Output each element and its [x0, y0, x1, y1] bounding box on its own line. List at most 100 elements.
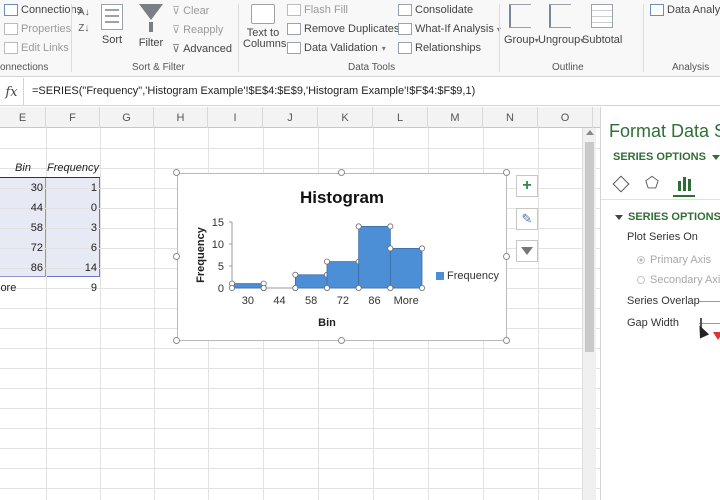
reapply-button[interactable]: ⊽ Reapply	[172, 23, 223, 37]
gridline	[100, 128, 101, 500]
column-header-o[interactable]: O	[538, 107, 593, 128]
vertical-scrollbar[interactable]	[582, 128, 596, 500]
primary-axis-radio[interactable]: Primary Axis	[637, 254, 711, 266]
cell-frequency[interactable]: 14	[46, 258, 100, 278]
insert-function-button[interactable]: fx	[0, 78, 24, 106]
cell-bin[interactable]: 72	[0, 238, 46, 258]
series-options-section[interactable]: SERIES OPTIONS	[615, 211, 720, 223]
cell-frequency[interactable]: 3	[46, 218, 100, 238]
resize-handle-bottom-right[interactable]	[503, 337, 510, 344]
data-validation-button[interactable]: Data Validation ▾	[287, 42, 386, 54]
resize-handle-top[interactable]	[338, 169, 345, 176]
y-tick-label: 10	[212, 239, 224, 251]
series-options-tab[interactable]	[677, 175, 693, 196]
cell-bin[interactable]: 30	[0, 178, 46, 198]
series-overlap-slider[interactable]	[699, 301, 720, 302]
edit-links-button[interactable]: Edit Links	[4, 42, 69, 54]
cell-bin[interactable]: lore	[0, 278, 44, 298]
column-header-f[interactable]: F	[46, 107, 100, 128]
properties-button[interactable]: Properties	[4, 23, 71, 35]
x-tick-label: 44	[273, 295, 285, 307]
subtotal-icon	[591, 4, 613, 28]
column-header-k[interactable]: K	[318, 107, 373, 128]
y-axis-title: Frequency	[195, 226, 207, 283]
flash-fill-button[interactable]: Flash Fill	[287, 4, 348, 16]
resize-handle-left[interactable]	[173, 253, 180, 260]
resize-handle-right[interactable]	[503, 253, 510, 260]
gridline	[0, 368, 600, 369]
legend-swatch	[436, 272, 444, 280]
pentagon-icon: ⬠	[645, 175, 659, 192]
cell-bin[interactable]: 44	[0, 198, 46, 218]
relationships-button[interactable]: Relationships	[398, 42, 481, 54]
cell-frequency[interactable]: 9	[46, 278, 100, 298]
column-header-n[interactable]: N	[483, 107, 538, 128]
clear-filter-button[interactable]: ⊽ Clear	[172, 4, 209, 18]
cell-frequency[interactable]: 6	[46, 238, 100, 258]
remove-duplicates-icon	[287, 23, 301, 35]
fill-line-tab[interactable]	[612, 175, 630, 195]
histogram-bar	[326, 261, 360, 289]
cell-frequency[interactable]: 1	[46, 178, 100, 198]
chart-styles-button[interactable]: ✎	[516, 208, 538, 230]
mouse-cursor-icon	[694, 323, 710, 339]
column-header-l[interactable]: L	[373, 107, 428, 128]
consolidate-button[interactable]: Consolidate	[398, 4, 473, 16]
histogram-chart[interactable]: Histogram 0 5 10 15 30 44 58 72 86 More Bin Frequen…	[177, 173, 507, 341]
ungroup-icon	[549, 4, 571, 28]
data-analysis-button[interactable]: Data Analysis	[650, 4, 720, 16]
bar-chart-icon	[678, 177, 691, 191]
ungroup-button[interactable]: Ungroup▾	[538, 4, 584, 46]
column-header-e[interactable]: E	[0, 107, 46, 128]
scrollbar-thumb[interactable]	[585, 142, 594, 352]
cell-bin[interactable]: 86	[0, 258, 46, 278]
formula-input[interactable]: =SERIES("Frequency",'Histogram Example'!…	[32, 85, 475, 97]
chart-elements-button[interactable]: +	[516, 175, 538, 197]
outline-group-label: Outline	[552, 62, 584, 73]
column-header-g[interactable]: G	[100, 107, 154, 128]
column-header-h[interactable]: H	[154, 107, 208, 128]
cell-frequency-header[interactable]: Frequency	[46, 158, 100, 178]
secondary-axis-radio[interactable]: Secondary Axis	[637, 274, 720, 286]
gap-width-label: Gap Width	[627, 317, 679, 329]
advanced-filter-button[interactable]: ⊽ Advanced	[172, 42, 232, 56]
clear-filter-icon: ⊽	[172, 5, 181, 17]
gridline	[0, 408, 600, 409]
text-to-columns-button[interactable]: Text to Columns	[243, 4, 286, 50]
advanced-filter-icon: ⊽	[172, 43, 181, 55]
plot-series-on-label: Plot Series On	[627, 231, 698, 243]
cell-frequency[interactable]: 0	[46, 198, 100, 218]
filter-button[interactable]: Filter	[136, 4, 166, 49]
sort-button[interactable]: Sort	[97, 4, 127, 46]
group-separator	[499, 4, 500, 72]
active-tab-indicator	[673, 195, 695, 197]
column-header-i[interactable]: I	[208, 107, 263, 128]
radio-indicator	[637, 256, 645, 264]
what-if-analysis-button[interactable]: What-If Analysis ▾	[398, 23, 501, 35]
sort-az-button[interactable]: A↓ Z↓	[78, 8, 90, 34]
resize-handle-bottom-left[interactable]	[173, 337, 180, 344]
resize-handle-bottom[interactable]	[338, 337, 345, 344]
bar-selection-marker	[355, 223, 362, 230]
resize-handle-top-left[interactable]	[173, 169, 180, 176]
column-header-m[interactable]: M	[428, 107, 483, 128]
series-options-dropdown[interactable]: SERIES OPTIONS	[613, 151, 720, 163]
column-header-j[interactable]: J	[263, 107, 318, 128]
group-button[interactable]: Group▾	[504, 4, 539, 46]
subtotal-button[interactable]: Subtotal	[582, 4, 622, 46]
scroll-up-arrow-icon[interactable]	[586, 130, 594, 135]
y-tick-label: 5	[218, 261, 224, 273]
effects-tab[interactable]: ⬠	[645, 175, 659, 193]
series-overlap-label: Series Overlap	[627, 295, 700, 307]
x-tick-label: 30	[242, 295, 254, 307]
chart-filters-button[interactable]	[516, 240, 538, 262]
remove-duplicates-button[interactable]: Remove Duplicates	[287, 23, 399, 35]
chart-legend[interactable]: Frequency	[436, 270, 499, 282]
cell-bin[interactable]: 58	[0, 218, 46, 238]
sort-filter-group-label: Sort & Filter	[132, 62, 185, 73]
cell-bin-header[interactable]: Bin	[0, 158, 46, 178]
plus-icon: +	[522, 177, 532, 194]
resize-handle-top-right[interactable]	[503, 169, 510, 176]
slider-marker-icon	[713, 332, 720, 340]
group-icon	[509, 4, 531, 28]
